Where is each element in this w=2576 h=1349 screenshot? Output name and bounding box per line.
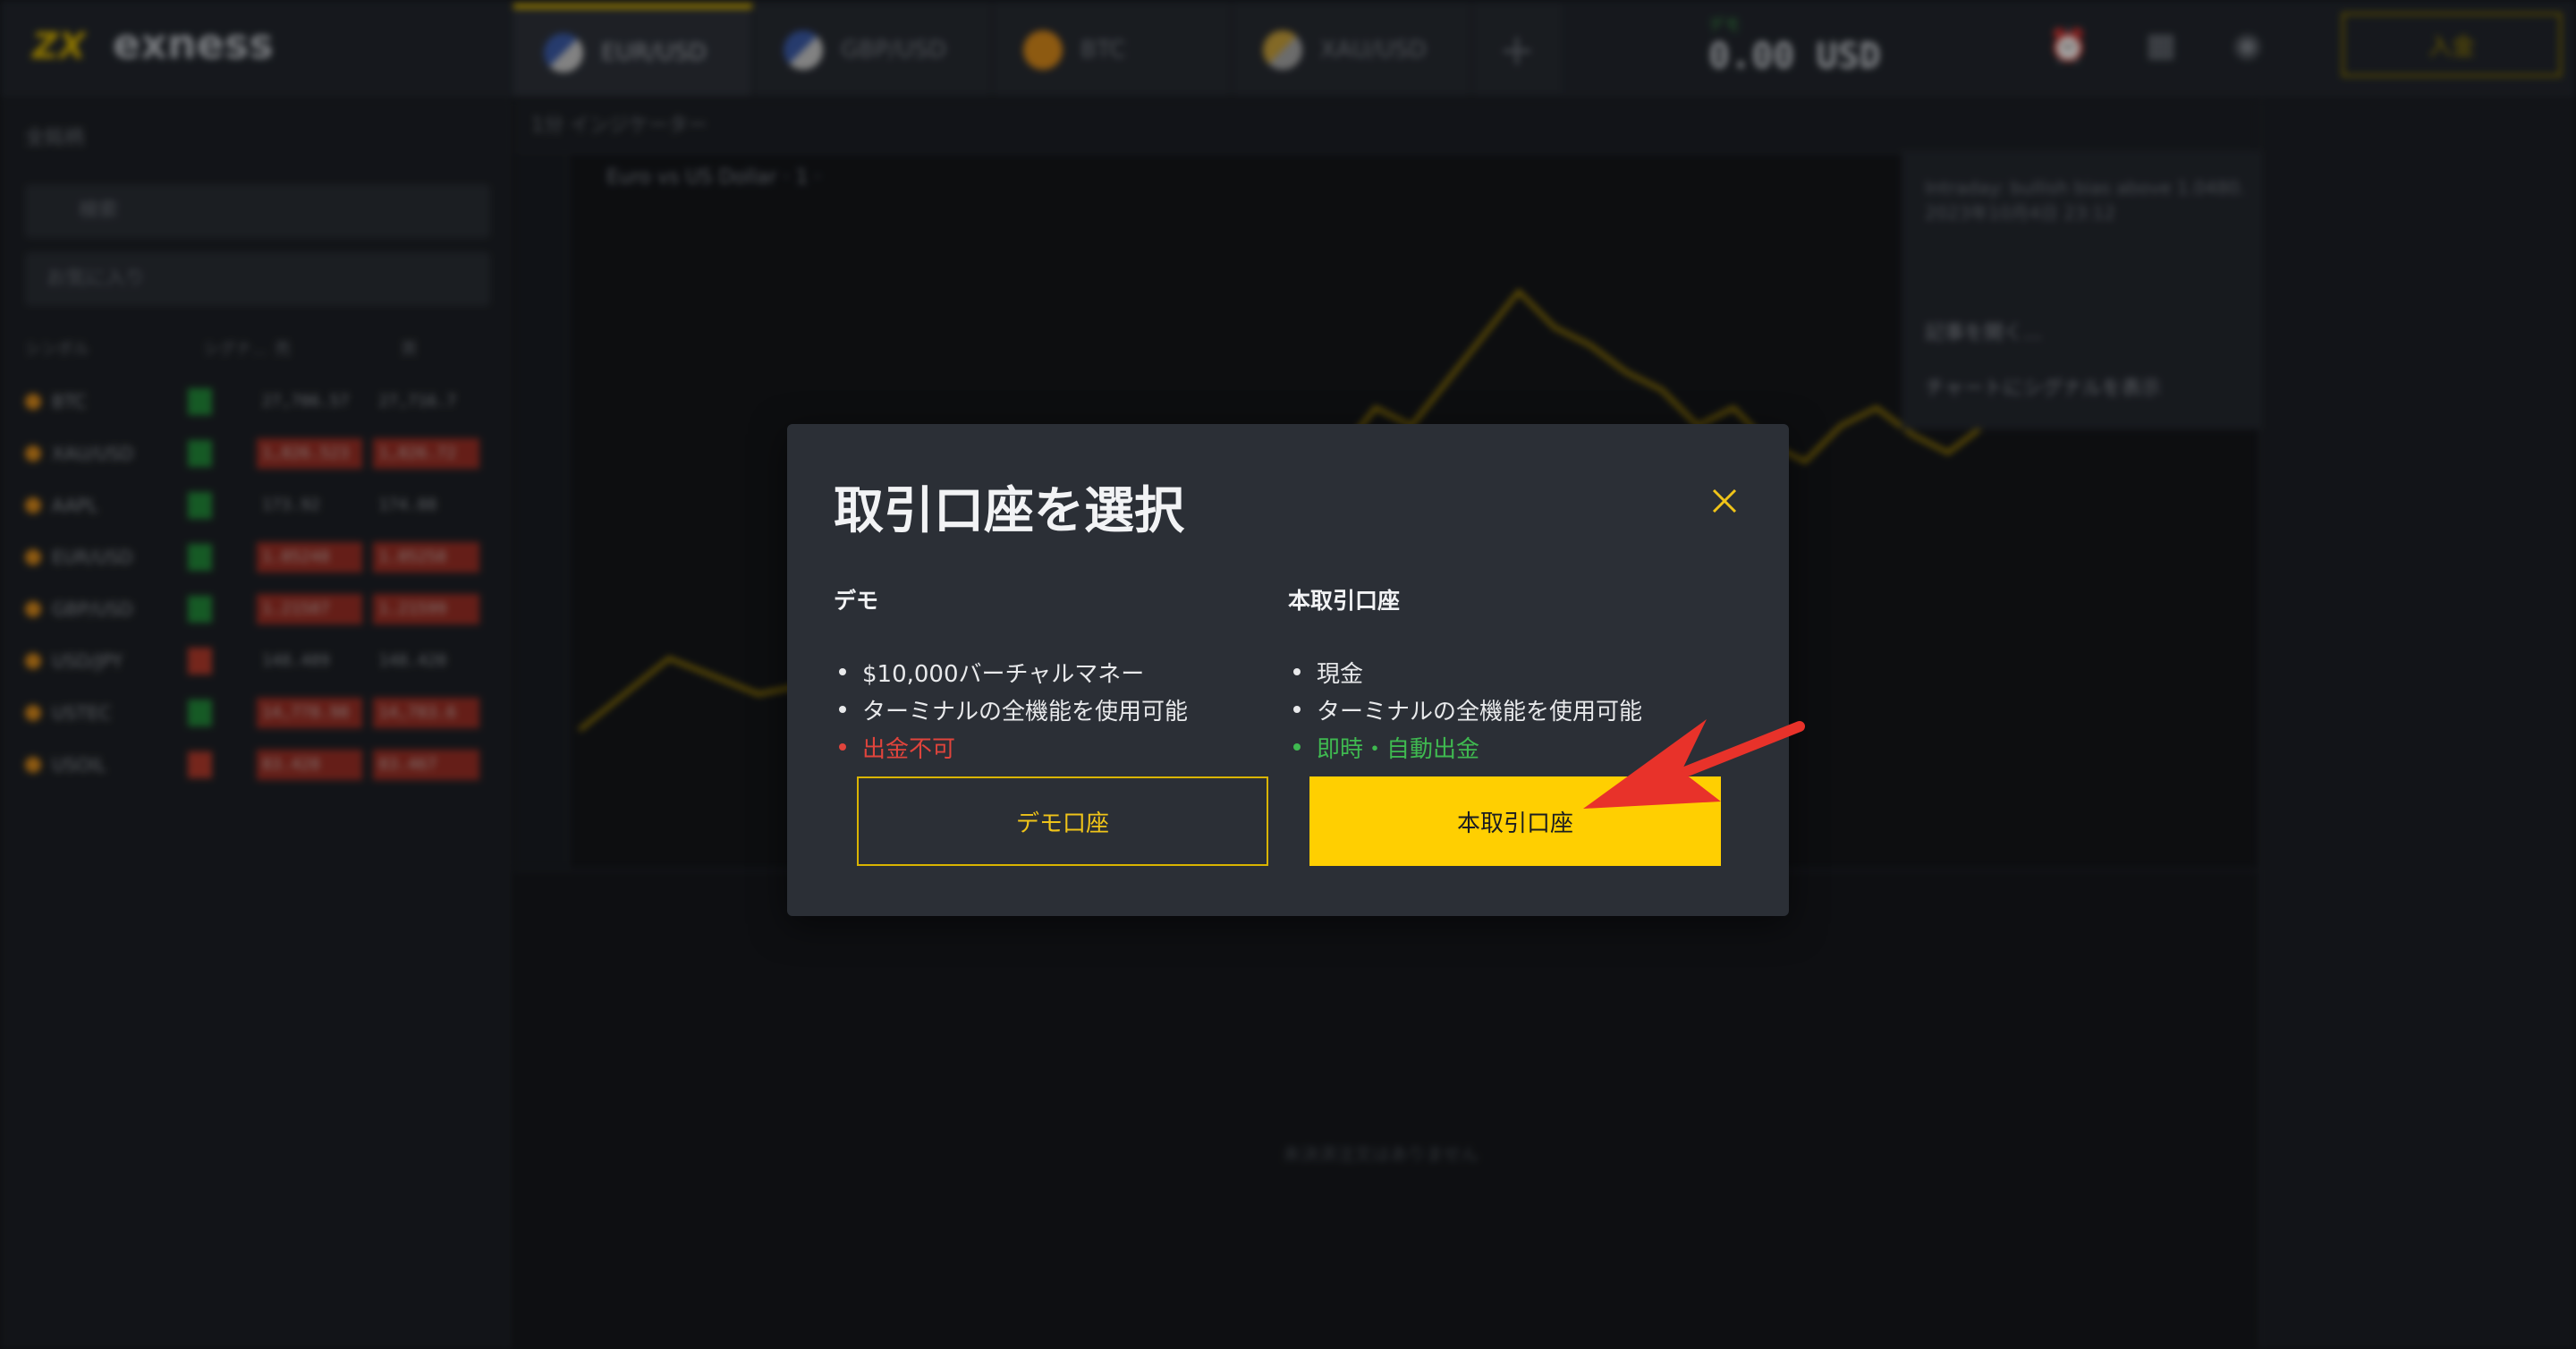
feature-item: ターミナルの全機能を使用可能	[834, 691, 1281, 728]
demo-account-column: デモ $10,000バーチャルマネー ターミナルの全機能を使用可能 出金不可	[834, 583, 1281, 766]
real-account-column: 本取引口座 現金 ターミナルの全機能を使用可能 即時・自動出金	[1288, 583, 1735, 766]
bullet-icon	[839, 743, 846, 751]
real-account-button[interactable]: 本取引口座	[1309, 776, 1721, 866]
feature-item: $10,000バーチャルマネー	[834, 653, 1281, 691]
bullet-icon	[839, 668, 846, 675]
bullet-icon	[1293, 743, 1301, 751]
feature-text: $10,000バーチャルマネー	[862, 660, 1145, 688]
feature-item: 現金	[1288, 653, 1735, 691]
real-heading: 本取引口座	[1288, 588, 1401, 614]
demo-feature-list: $10,000バーチャルマネー ターミナルの全機能を使用可能 出金不可	[834, 653, 1281, 766]
feature-item: ターミナルの全機能を使用可能	[1288, 691, 1735, 728]
bullet-icon	[839, 706, 846, 713]
feature-text: ターミナルの全機能を使用可能	[1317, 698, 1643, 725]
account-select-dialog: 取引口座を選択 デモ $10,000バーチャルマネー ターミナルの全機能を使用可…	[787, 424, 1789, 916]
demo-account-button[interactable]: デモ口座	[857, 776, 1268, 866]
dialog-title: 取引口座を選択	[834, 482, 1184, 540]
bullet-icon	[1293, 706, 1301, 713]
feature-text: 出金不可	[862, 735, 956, 763]
real-feature-list: 現金 ターミナルの全機能を使用可能 即時・自動出金	[1288, 653, 1735, 766]
feature-text: 現金	[1317, 660, 1364, 688]
feature-text: 即時・自動出金	[1317, 735, 1480, 763]
feature-item: 出金不可	[834, 728, 1281, 766]
bullet-icon	[1293, 668, 1301, 675]
feature-text: ターミナルの全機能を使用可能	[862, 698, 1189, 725]
demo-heading: デモ	[834, 588, 879, 614]
feature-item: 即時・自動出金	[1288, 728, 1735, 766]
close-icon[interactable]	[1707, 483, 1742, 519]
